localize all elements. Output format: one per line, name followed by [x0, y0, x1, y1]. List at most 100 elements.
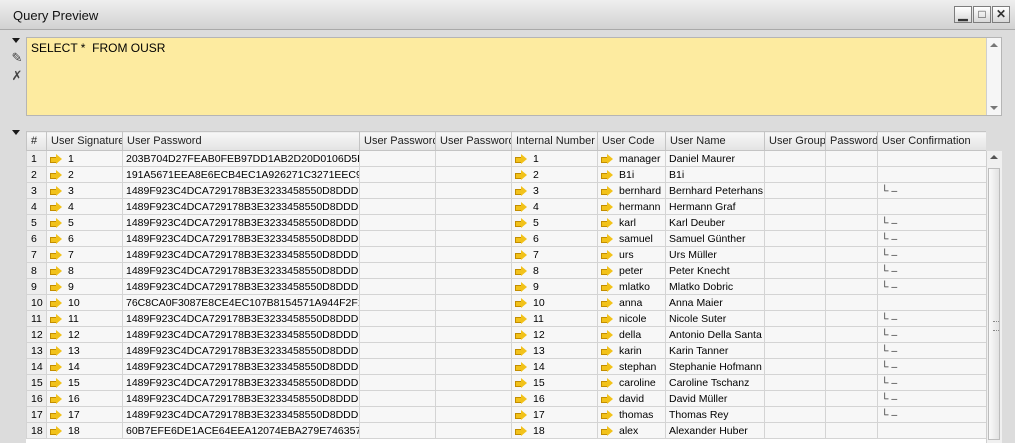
grid-cell[interactable]: 15 [46, 374, 123, 391]
row-number[interactable]: 5 [26, 214, 47, 231]
link-arrow-icon[interactable] [50, 153, 62, 164]
grid-cell[interactable] [825, 182, 878, 199]
grid-cell[interactable]: 8 [46, 262, 123, 279]
grid-cell[interactable]: 14 [46, 358, 123, 375]
table-row[interactable]: 15 15 1489F923C4DCA729178B3E3233458550D8DD… [26, 374, 986, 391]
grid-cell[interactable] [764, 214, 826, 231]
link-arrow-icon[interactable] [50, 425, 62, 436]
link-arrow-icon[interactable] [50, 297, 62, 308]
grid-cell[interactable] [435, 214, 512, 231]
link-arrow-icon[interactable] [50, 345, 62, 356]
scroll-up-icon[interactable] [990, 155, 998, 159]
link-arrow-icon[interactable] [515, 425, 527, 436]
link-arrow-icon[interactable] [601, 153, 613, 164]
link-arrow-icon[interactable] [601, 169, 613, 180]
link-arrow-icon[interactable] [50, 217, 62, 228]
grid-cell[interactable]: caroline [597, 374, 666, 391]
grid-cell[interactable] [764, 326, 826, 343]
table-row[interactable]: 8 8 1489F923C4DCA729178B3E3233458550D8DDDF… [26, 262, 986, 279]
link-arrow-icon[interactable] [601, 361, 613, 372]
grid-cell[interactable] [877, 150, 986, 167]
grid-cell[interactable] [764, 374, 826, 391]
grid-cell[interactable]: 2 [46, 166, 123, 183]
link-arrow-icon[interactable] [515, 201, 527, 212]
minimize-button[interactable]: ▁ [954, 6, 972, 23]
grid-cell[interactable] [877, 198, 986, 215]
table-row[interactable]: 16 16 1489F923C4DCA729178B3E3233458550D8DD… [26, 390, 986, 407]
row-number[interactable]: 13 [26, 342, 47, 359]
link-arrow-icon[interactable] [601, 297, 613, 308]
maximize-button[interactable]: □ [973, 6, 991, 23]
row-number[interactable]: 11 [26, 310, 47, 327]
grid-cell[interactable] [359, 230, 436, 247]
grid-cell[interactable]: └ – [877, 278, 986, 295]
link-arrow-icon[interactable] [515, 217, 527, 228]
grid-cell[interactable]: 17 [511, 406, 598, 423]
grid-cell[interactable] [825, 374, 878, 391]
column-header[interactable]: User Code [597, 131, 666, 151]
row-number[interactable]: 15 [26, 374, 47, 391]
grid-cell[interactable]: stephan [597, 358, 666, 375]
grid-cell[interactable]: └ – [877, 246, 986, 263]
grid-cell[interactable]: Caroline Tschanz [665, 374, 765, 391]
grid-cell[interactable]: hermann [597, 198, 666, 215]
link-arrow-icon[interactable] [50, 329, 62, 340]
link-arrow-icon[interactable] [515, 345, 527, 356]
grid-cell[interactable]: └ – [877, 182, 986, 199]
grid-cell[interactable] [359, 406, 436, 423]
grid-cell[interactable]: Urs Müller [665, 246, 765, 263]
grid-cell[interactable]: 1489F923C4DCA729178B3E3233458550D8DDDF29 [122, 182, 360, 199]
collapse-grid-icon[interactable] [12, 130, 20, 135]
grid-cell[interactable]: Anna Maier [665, 294, 765, 311]
grid-cell[interactable]: 7 [46, 246, 123, 263]
column-header[interactable]: User Name [665, 131, 765, 151]
grid-cell[interactable]: 1489F923C4DCA729178B3E3233458550D8DDDF29 [122, 374, 360, 391]
link-arrow-icon[interactable] [601, 409, 613, 420]
grid-cell[interactable] [825, 262, 878, 279]
grid-cell[interactable]: Stephanie Hofmann [665, 358, 765, 375]
grid-cell[interactable] [825, 198, 878, 215]
link-arrow-icon[interactable] [515, 361, 527, 372]
grid-cell[interactable]: Bernhard Peterhans [665, 182, 765, 199]
table-row[interactable]: 12 12 1489F923C4DCA729178B3E3233458550D8DD… [26, 326, 986, 343]
grid-cell[interactable]: mlatko [597, 278, 666, 295]
grid-cell[interactable] [825, 310, 878, 327]
grid-cell[interactable]: anna [597, 294, 666, 311]
grid-cell[interactable]: karin [597, 342, 666, 359]
link-arrow-icon[interactable] [601, 201, 613, 212]
close-button[interactable]: ✕ [992, 6, 1010, 23]
grid-cell[interactable] [764, 422, 826, 439]
row-number[interactable]: 1 [26, 150, 47, 167]
grid-cell[interactable]: David Müller [665, 390, 765, 407]
grid-cell[interactable]: 13 [511, 342, 598, 359]
grid-cell[interactable]: 76C8CA0F3087E8CE4EC107B8154571A944F2F11A [122, 294, 360, 311]
grid-cell[interactable]: 6 [511, 230, 598, 247]
column-header[interactable]: Internal Number [511, 131, 598, 151]
grid-cell[interactable] [359, 422, 436, 439]
grid-cell[interactable]: karl [597, 214, 666, 231]
grid-cell[interactable] [825, 358, 878, 375]
grid-cell[interactable]: della [597, 326, 666, 343]
grid-cell[interactable] [359, 150, 436, 167]
grid-cell[interactable] [359, 278, 436, 295]
link-arrow-icon[interactable] [515, 233, 527, 244]
grid-cell[interactable] [825, 406, 878, 423]
grid-cell[interactable]: 6 [46, 230, 123, 247]
grid-cell[interactable]: 60B7EFE6DE1ACE64EEA12074EBA279E74635726C [122, 422, 360, 439]
grid-cell[interactable]: 5 [46, 214, 123, 231]
grid-cell[interactable]: 18 [46, 422, 123, 439]
scroll-thumb[interactable] [988, 168, 1000, 440]
grid-cell[interactable]: Nicole Suter [665, 310, 765, 327]
grid-cell[interactable]: └ – [877, 358, 986, 375]
grid-cell[interactable] [359, 198, 436, 215]
grid-cell[interactable]: Alexander Huber [665, 422, 765, 439]
grid-cell[interactable]: 1 [46, 150, 123, 167]
grid-cell[interactable]: 3 [511, 182, 598, 199]
grid-cell[interactable] [877, 294, 986, 311]
grid-cell[interactable] [435, 166, 512, 183]
grid-cell[interactable] [359, 182, 436, 199]
row-number[interactable]: 18 [26, 422, 47, 439]
grid-cell[interactable]: 1489F923C4DCA729178B3E3233458550D8DDDF29 [122, 262, 360, 279]
table-row[interactable]: 6 6 1489F923C4DCA729178B3E3233458550D8DDDF… [26, 230, 986, 247]
link-arrow-icon[interactable] [601, 345, 613, 356]
